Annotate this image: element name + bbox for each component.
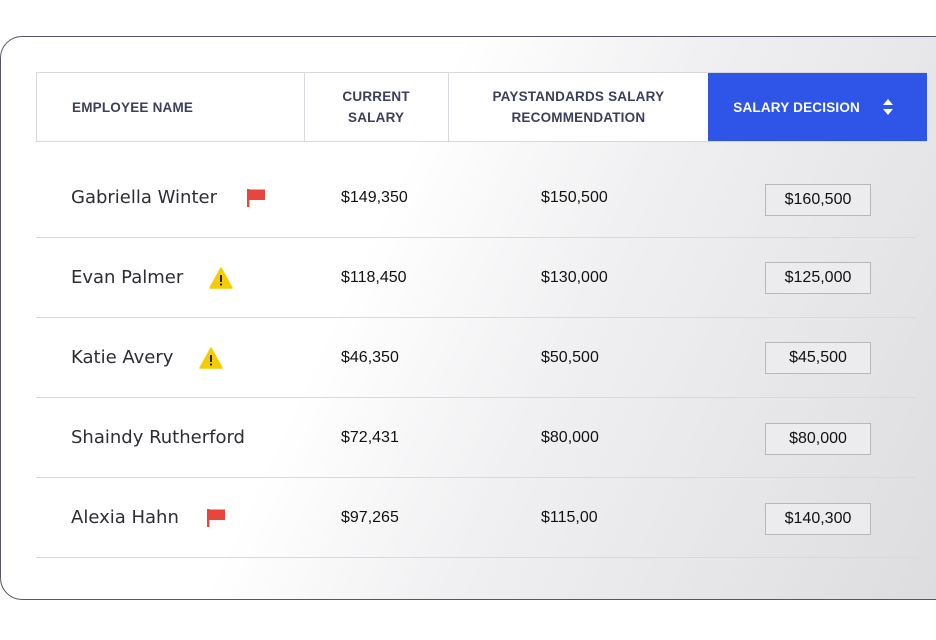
current-salary-cell: $72,431: [341, 428, 399, 446]
table-header: EMPLOYEE NAME CURRENT SALARY PAYSTANDARD…: [36, 72, 927, 142]
header-current-salary[interactable]: CURRENT SALARY: [305, 73, 449, 141]
header-employee-name[interactable]: EMPLOYEE NAME: [37, 73, 305, 141]
sort-icon[interactable]: [882, 98, 894, 116]
salary-decision-input[interactable]: $80,000: [765, 423, 871, 455]
employee-name: Gabriella Winter: [71, 187, 217, 208]
recommendation-cell: $50,500: [541, 348, 599, 366]
header-employee-name-label: EMPLOYEE NAME: [72, 99, 194, 115]
salary-decision-input[interactable]: $140,300: [765, 503, 871, 535]
table-row: Gabriella Winter $149,350 $150,500 $160,…: [36, 158, 916, 238]
employee-name: Alexia Hahn: [71, 507, 179, 528]
employee-name: Shaindy Rutherford: [71, 427, 245, 448]
employee-name-cell: Katie Avery: [71, 318, 224, 397]
header-recommendation[interactable]: PAYSTANDARDS SALARY RECOMMENDATION: [449, 73, 709, 141]
table-row: Katie Avery $46,350 $50,500 $45,500: [36, 318, 916, 398]
table-row: Alexia Hahn $97,265 $115,00 $140,300: [36, 478, 916, 558]
current-salary-cell: $118,450: [341, 268, 407, 286]
employee-name-cell: Alexia Hahn: [71, 478, 227, 557]
recommendation-cell: $80,000: [541, 428, 599, 446]
red-flag-icon: [245, 187, 267, 209]
employee-name-cell: Shaindy Rutherford: [71, 398, 245, 477]
warning-icon: [209, 266, 234, 289]
salary-decision-input[interactable]: $160,500: [765, 184, 871, 216]
warning-icon: [199, 346, 224, 369]
table-row: Evan Palmer $118,450 $130,000 $125,000: [36, 238, 916, 318]
header-salary-decision-label: SALARY DECISION: [733, 99, 861, 115]
recommendation-cell: $115,00: [541, 508, 598, 526]
salary-decision-input[interactable]: $125,000: [765, 262, 871, 294]
salary-decision-input[interactable]: $45,500: [765, 342, 871, 374]
header-current-salary-line1: CURRENT: [342, 89, 410, 104]
employee-name: Katie Avery: [71, 347, 174, 368]
header-salary-decision[interactable]: SALARY DECISION: [708, 73, 927, 141]
table-row: Shaindy Rutherford $72,431 $80,000 $80,0…: [36, 398, 916, 478]
employee-name-cell: Evan Palmer: [71, 238, 234, 317]
recommendation-cell: $150,500: [541, 188, 608, 206]
current-salary-cell: $46,350: [341, 348, 399, 366]
red-flag-icon: [205, 507, 227, 529]
employee-name: Evan Palmer: [71, 267, 184, 288]
current-salary-cell: $149,350: [341, 188, 408, 206]
header-recommendation-line2: RECOMMENDATION: [511, 110, 646, 125]
header-recommendation-line1: PAYSTANDARDS SALARY: [492, 89, 665, 104]
current-salary-cell: $97,265: [341, 508, 399, 526]
recommendation-cell: $130,000: [541, 268, 608, 286]
header-current-salary-line2: SALARY: [348, 110, 405, 125]
employee-name-cell: Gabriella Winter: [71, 158, 267, 237]
